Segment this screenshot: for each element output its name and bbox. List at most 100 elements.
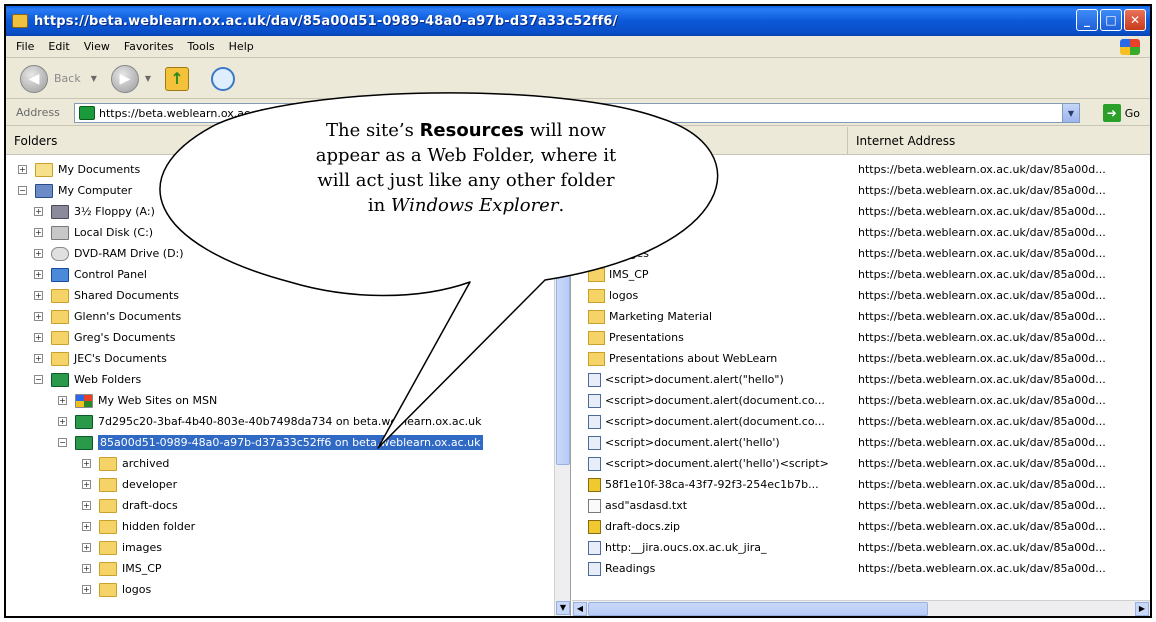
file-name-cell[interactable]: Marketing Material: [588, 309, 852, 324]
file-row[interactable]: IMS_CP https://beta.weblearn.ox.ac.uk/dav…: [572, 264, 1150, 285]
expand-icon[interactable]: +: [82, 564, 91, 573]
expand-icon[interactable]: +: [82, 501, 91, 510]
file-name-cell[interactable]: Presentations about WebLearn: [588, 351, 852, 366]
tree-item-my-computer[interactable]: − My Computer: [18, 180, 132, 201]
expand-icon[interactable]: +: [34, 270, 43, 279]
file-name-cell[interactable]: folder: [588, 225, 852, 240]
file-row[interactable]: <script>document.alert('hello') https://b…: [572, 432, 1150, 453]
expand-icon[interactable]: +: [34, 249, 43, 258]
file-row[interactable]: Readings https://beta.weblearn.ox.ac.uk/d…: [572, 558, 1150, 579]
tree-item-label[interactable]: draft-docs: [122, 499, 178, 512]
file-row[interactable]: <script>document.alert(document.co... htt…: [572, 411, 1150, 432]
file-name-cell[interactable]: <script>document.alert(document.co...: [588, 393, 852, 408]
file-row[interactable]: <script>document.alert(document.co... htt…: [572, 390, 1150, 411]
menu-tools[interactable]: Tools: [188, 40, 215, 53]
back-dropdown-icon[interactable]: ▼: [91, 74, 97, 83]
file-row[interactable]: Presentations https://beta.weblearn.ox.ac…: [572, 327, 1150, 348]
file-row[interactable]: http:__jira.oucs.ox.ac.uk_jira_ https://b…: [572, 537, 1150, 558]
column-internet-address[interactable]: Internet Address: [848, 127, 955, 154]
files-scroll-thumb[interactable]: [588, 602, 928, 616]
expand-icon[interactable]: +: [82, 585, 91, 594]
tree-item-label[interactable]: 3½ Floppy (A:): [74, 205, 155, 218]
expand-icon[interactable]: +: [58, 396, 67, 405]
tree-item-images[interactable]: + images: [82, 537, 162, 558]
file-row[interactable]: <script>document.alert("hello") https://b…: [572, 369, 1150, 390]
file-name-cell[interactable]: draft-docs.zip: [588, 519, 852, 534]
tree-item-label[interactable]: developer: [122, 478, 177, 491]
go-button[interactable]: ➜ Go: [1102, 104, 1140, 122]
tree-item-label[interactable]: Control Panel: [74, 268, 147, 281]
file-row[interactable]: <script>document.alert('hello')<script> h…: [572, 453, 1150, 474]
expand-icon[interactable]: +: [18, 165, 27, 174]
file-name-cell[interactable]: Readings: [588, 561, 852, 576]
tree-item-label[interactable]: JEC's Documents: [74, 352, 167, 365]
title-bar[interactable]: https://beta.weblearn.ox.ac.uk/dav/85a00…: [6, 6, 1150, 36]
back-arrow-icon[interactable]: ◀: [20, 64, 48, 93]
tree-item-hidden-folder[interactable]: + hidden folder: [82, 516, 195, 537]
tree-item-label[interactable]: hidden folder: [122, 520, 195, 533]
forward-arrow-icon[interactable]: ▶: [110, 64, 139, 93]
file-name-cell[interactable]: asd"asdasd.txt: [588, 498, 852, 513]
tree-item-label[interactable]: Local Disk (C:): [74, 226, 153, 239]
scroll-right-icon[interactable]: ▶: [1135, 602, 1149, 616]
file-row[interactable]: Presentations about WebLearn https://beta…: [572, 348, 1150, 369]
menu-help[interactable]: Help: [229, 40, 254, 53]
files-horizontal-scrollbar[interactable]: ◀ ▶: [572, 600, 1150, 616]
collapse-icon[interactable]: −: [34, 375, 43, 384]
tree-item-label[interactable]: 7d295c20-3baf-4b40-803e-40b7498da734 on …: [98, 415, 481, 428]
tree-item-shared-documents[interactable]: + Shared Documents: [34, 285, 179, 306]
tree-item-logos[interactable]: + logos: [82, 579, 151, 600]
menu-file[interactable]: File: [16, 40, 34, 53]
expand-icon[interactable]: +: [82, 459, 91, 468]
back-button-label[interactable]: Back: [54, 72, 81, 85]
file-name-cell[interactable]: IMS_CP: [588, 267, 852, 282]
tree-item-label[interactable]: IMS_CP: [122, 562, 162, 575]
tree-item-local-disk[interactable]: + Local Disk (C:): [34, 222, 153, 243]
menu-favorites[interactable]: Favorites: [124, 40, 174, 53]
tree-item-archived[interactable]: + archived: [82, 453, 169, 474]
file-row[interactable]: asd"asdasd.txt https://beta.weblearn.ox.a…: [572, 495, 1150, 516]
tree-item-label[interactable]: archived: [122, 457, 169, 470]
minimize-button[interactable]: _: [1076, 9, 1098, 31]
expand-icon[interactable]: +: [82, 480, 91, 489]
maximize-button[interactable]: □: [1100, 9, 1122, 31]
up-folder-icon[interactable]: ↑: [165, 66, 190, 91]
file-name-cell[interactable]: <script>document.alert("hello"): [588, 372, 852, 387]
tree-item-ims-cp[interactable]: + IMS_CP: [82, 558, 162, 579]
file-name-cell[interactable]: 58f1e10f-38ca-43f7-92f3-254ec1b7b...: [588, 477, 852, 492]
expand-icon[interactable]: +: [34, 207, 43, 216]
menu-edit[interactable]: Edit: [48, 40, 69, 53]
forward-dropdown-icon[interactable]: ▼: [145, 74, 151, 83]
file-row[interactable]: 58f1e10f-38ca-43f7-92f3-254ec1b7b... http…: [572, 474, 1150, 495]
address-dropdown-icon[interactable]: ▼: [1062, 104, 1079, 122]
tree-item-my-web-sites-msn[interactable]: + My Web Sites on MSN: [58, 390, 217, 411]
expand-icon[interactable]: +: [82, 543, 91, 552]
expand-icon[interactable]: +: [34, 291, 43, 300]
folders-vertical-scrollbar[interactable]: ▼: [554, 155, 570, 616]
expand-icon[interactable]: +: [82, 522, 91, 531]
tree-item-developer[interactable]: + developer: [82, 474, 177, 495]
scroll-left-icon[interactable]: ◀: [573, 602, 587, 616]
tree-item-label[interactable]: Web Folders: [74, 373, 141, 386]
tree-item-jecs-documents[interactable]: + JEC's Documents: [34, 348, 167, 369]
file-row[interactable]: images https://beta.weblearn.ox.ac.uk/dav…: [572, 243, 1150, 264]
collapse-icon[interactable]: −: [18, 186, 27, 195]
tree-item-label[interactable]: Shared Documents: [74, 289, 179, 302]
tree-item-label[interactable]: My Web Sites on MSN: [98, 394, 217, 407]
tree-item-draft-docs[interactable]: + draft-docs: [82, 495, 178, 516]
tree-item-label[interactable]: My Computer: [58, 184, 132, 197]
tree-item-label[interactable]: DVD-RAM Drive (D:): [74, 247, 184, 260]
tree-item-label[interactable]: My Documents: [58, 163, 140, 176]
tree-item-label[interactable]: logos: [122, 583, 151, 596]
tree-item-label[interactable]: Glenn's Documents: [74, 310, 181, 323]
file-name-cell[interactable]: images: [588, 246, 852, 261]
file-name-cell[interactable]: logos: [588, 288, 852, 303]
tree-item-web-folder-7d295c20[interactable]: +7d295c20-3baf-4b40-803e-40b7498da734 on…: [58, 411, 481, 432]
file-name-cell[interactable]: <script>document.alert('hello')<script>: [588, 456, 852, 471]
file-row[interactable]: draft-docs.zip https://beta.weblearn.ox.a…: [572, 516, 1150, 537]
file-name-cell[interactable]: <script>document.alert(document.co...: [588, 414, 852, 429]
collapse-icon[interactable]: −: [58, 438, 67, 447]
tree-item-dvd-drive[interactable]: + DVD-RAM Drive (D:): [34, 243, 184, 264]
scroll-down-icon[interactable]: ▼: [556, 601, 570, 615]
file-row[interactable]: Marketing Material https://beta.weblearn.…: [572, 306, 1150, 327]
